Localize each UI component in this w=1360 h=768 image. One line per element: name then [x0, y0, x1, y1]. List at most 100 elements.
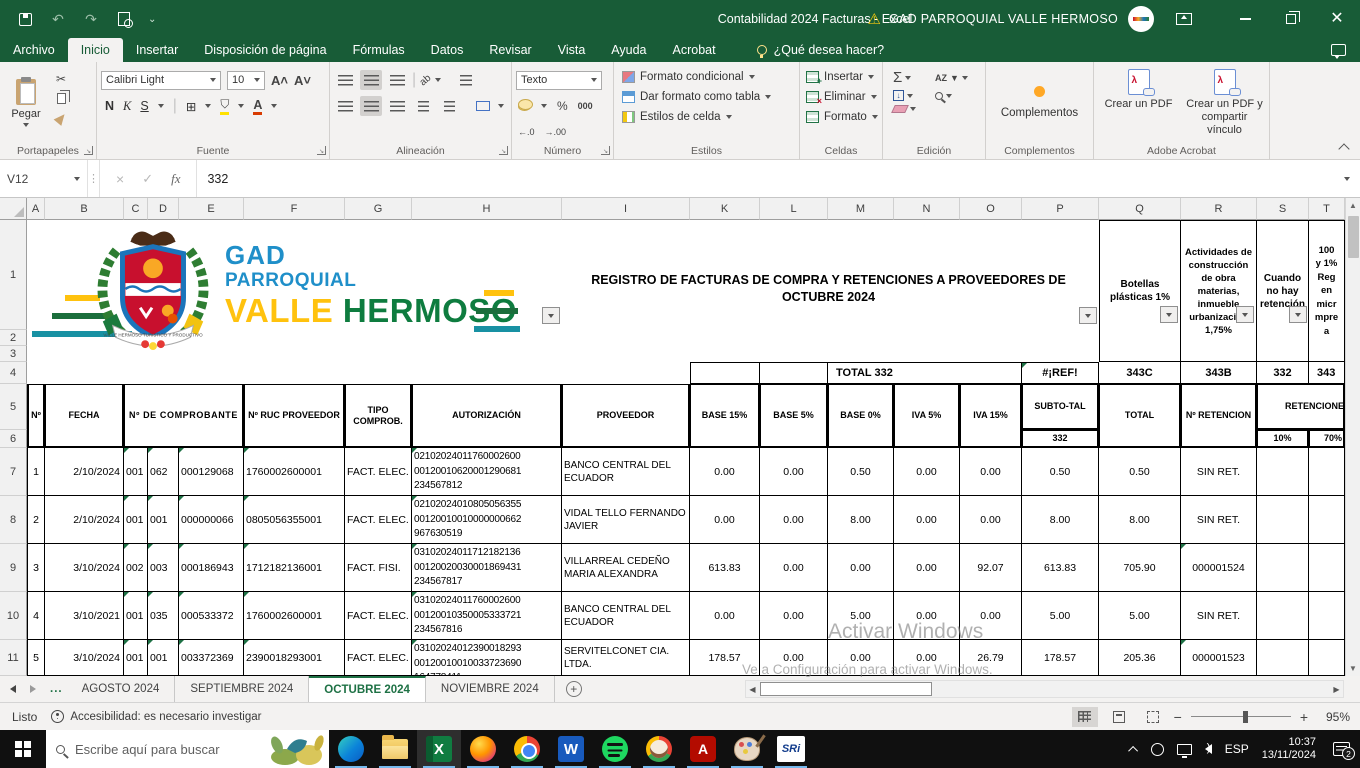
header-retenciones[interactable]: RETENCIONES	[1257, 384, 1345, 430]
undo-icon[interactable]: ↶	[49, 10, 67, 28]
cell-base0[interactable]: 5.00	[828, 592, 894, 640]
cell-iva15[interactable]: 0.00	[960, 496, 1022, 544]
cell-num[interactable]: 1	[27, 448, 45, 496]
save-icon[interactable]	[16, 10, 34, 28]
dialog-launcher-icon[interactable]	[84, 146, 93, 155]
tell-me-search[interactable]: ¿Qué desea hacer?	[757, 43, 885, 57]
row-header[interactable]: 6	[0, 430, 27, 448]
row-header[interactable]: 1	[0, 220, 27, 330]
cell-base0[interactable]: 0.00	[828, 640, 894, 676]
create-pdf-button[interactable]: λCrear un PDF	[1100, 69, 1178, 137]
cell-base5[interactable]: 0.00	[760, 592, 828, 640]
addins-button[interactable]: Complementos	[990, 67, 1089, 137]
cell-comp2[interactable]: 003	[148, 544, 179, 592]
cell-num[interactable]: 2	[27, 496, 45, 544]
start-button[interactable]	[0, 730, 46, 768]
comma-style-icon[interactable]: 000	[578, 101, 593, 111]
column-q-header-cell[interactable]: Botellas plásticas 1%	[1099, 220, 1181, 362]
scrollbar-thumb[interactable]	[1348, 216, 1359, 258]
print-preview-icon[interactable]	[115, 10, 133, 28]
dialog-launcher-icon[interactable]	[601, 146, 610, 155]
volume-icon[interactable]	[1205, 744, 1212, 754]
header-subtotal-code[interactable]: 332	[1022, 430, 1099, 448]
cell-total-332[interactable]: TOTAL 332	[828, 362, 1022, 384]
column-header[interactable]: B	[45, 198, 124, 220]
header-ruc[interactable]: Nº RUC PROVEEDOR	[244, 384, 345, 448]
cell-proveedor[interactable]: SERVITELCONET CIA. LTDA.	[562, 640, 690, 676]
cell-n-retencion[interactable]: SIN RET.	[1181, 496, 1257, 544]
cell-iva15[interactable]: 26.79	[960, 640, 1022, 676]
cell-base5[interactable]: 0.00	[760, 544, 828, 592]
word-icon[interactable]: W	[549, 730, 593, 768]
column-header[interactable]: O	[960, 198, 1022, 220]
column-header[interactable]: R	[1181, 198, 1257, 220]
autosum-button[interactable]: Σ	[893, 69, 923, 86]
number-format-select[interactable]: Texto	[516, 71, 602, 90]
cell-subtotal[interactable]: 0.50	[1022, 448, 1099, 496]
cell-tipo[interactable]: FACT. ELEC.	[345, 640, 412, 676]
file-explorer-icon[interactable]	[373, 730, 417, 768]
filter-dropdown-icon[interactable]	[1160, 306, 1178, 323]
header-base0[interactable]: BASE 0%	[828, 384, 894, 448]
font-name-select[interactable]: Calibri Light	[101, 71, 221, 90]
sheet-tab-agosto[interactable]: AGOSTO 2024	[67, 676, 176, 702]
enter-icon[interactable]: ✓	[142, 171, 153, 187]
cell-ruc[interactable]: 2390018293001	[244, 640, 345, 676]
column-header[interactable]: L	[760, 198, 828, 220]
column-header[interactable]: G	[345, 198, 412, 220]
shrink-font-icon[interactable]: A˅	[294, 73, 311, 88]
sheet-tab-octubre[interactable]: OCTUBRE 2024	[309, 676, 426, 702]
cell-n-retencion[interactable]: SIN RET.	[1181, 448, 1257, 496]
cell-autorizacion[interactable]: 02102024010805056355 0012001001000000066…	[412, 496, 562, 544]
header-comprobante[interactable]: Nº DE COMPROBANTE	[124, 384, 244, 448]
row-header[interactable]: 11	[0, 640, 27, 676]
column-header[interactable]: T	[1309, 198, 1345, 220]
cell-empty[interactable]	[1257, 592, 1309, 640]
cell-iva15[interactable]: 0.00	[960, 448, 1022, 496]
cell-proveedor[interactable]: VIDAL TELLO FERNANDO JAVIER	[562, 496, 690, 544]
cell-ruc[interactable]: 1760002600001	[244, 592, 345, 640]
font-color-icon[interactable]: A	[253, 98, 262, 115]
column-r-header-cell[interactable]: Actividades de construcción de obra mate…	[1181, 220, 1257, 362]
orientation-icon[interactable]: ab	[418, 72, 434, 88]
cell-comp3[interactable]: 000129068	[179, 448, 244, 496]
edge-icon[interactable]	[329, 730, 373, 768]
cell-base0[interactable]: 8.00	[828, 496, 894, 544]
cell-empty[interactable]	[1257, 544, 1309, 592]
cell-num[interactable]: 3	[27, 544, 45, 592]
cell-n-retencion[interactable]: 000001524	[1181, 544, 1257, 592]
row-header[interactable]: 8	[0, 496, 27, 544]
row-header[interactable]: 9	[0, 544, 27, 592]
cell-total[interactable]: 705.90	[1099, 544, 1181, 592]
excel-icon[interactable]: X	[417, 730, 461, 768]
column-s-header-cell[interactable]: Cuando no hay retención	[1257, 220, 1309, 362]
cell-343c[interactable]: 343C	[1099, 362, 1181, 384]
cell-iva15[interactable]: 0.00	[960, 592, 1022, 640]
clear-button[interactable]	[893, 105, 923, 113]
align-right-icon[interactable]	[386, 96, 408, 116]
conditional-formatting-button[interactable]: Formato condicional	[622, 67, 795, 87]
paste-button[interactable]: Pegar	[4, 67, 48, 139]
cell-empty[interactable]	[1257, 640, 1309, 676]
cell-num[interactable]: 4	[27, 592, 45, 640]
fill-color-icon[interactable]: ⛉	[220, 97, 229, 115]
sort-filter-button[interactable]: AZ▼	[935, 69, 975, 86]
cell-subtotal[interactable]: 8.00	[1022, 496, 1099, 544]
cell-proveedor[interactable]: VILLARREAL CEDEÑO MARIA ALEXANDRA	[562, 544, 690, 592]
column-t-header-cell[interactable]: 100 y 1% Reg en micr mpre a	[1309, 220, 1345, 362]
account-name[interactable]: GAD PARROQUIAL VALLE HERMOSO	[889, 12, 1118, 26]
column-header[interactable]: M	[828, 198, 894, 220]
dialog-launcher-icon[interactable]	[317, 146, 326, 155]
grow-font-icon[interactable]: A˄	[271, 73, 288, 88]
cell-base0[interactable]: 0.50	[828, 448, 894, 496]
header-base5[interactable]: BASE 5%	[760, 384, 828, 448]
scroll-right-icon[interactable]: ▶	[1330, 685, 1343, 694]
cell-343b[interactable]: 343B	[1181, 362, 1257, 384]
cut-icon[interactable]: ✂	[52, 71, 70, 86]
cell-comp2[interactable]: 001	[148, 496, 179, 544]
cell-fecha[interactable]: 2/10/2024	[45, 496, 124, 544]
header-num[interactable]: Nº	[27, 384, 45, 448]
accounting-format-icon[interactable]	[518, 102, 531, 111]
notification-icon[interactable]: 2	[1333, 742, 1350, 756]
header-tipo[interactable]: TIPO COMPROB.	[345, 384, 412, 448]
